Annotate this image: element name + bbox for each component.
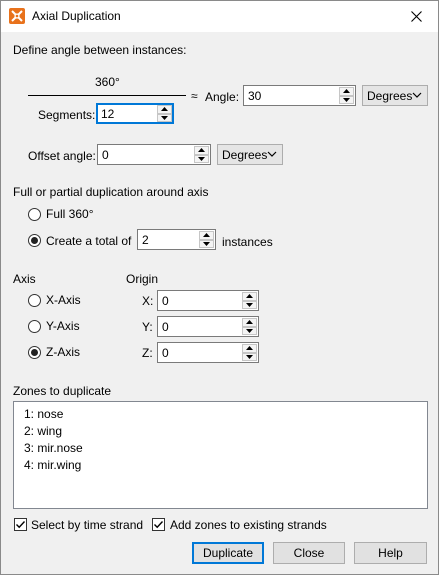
approx-symbol: ≈ <box>191 89 198 103</box>
angle-unit-select[interactable]: Degrees <box>362 85 428 106</box>
spin-down-icon[interactable] <box>157 113 172 122</box>
chevron-down-icon <box>412 92 422 98</box>
z-axis-label[interactable]: Z-Axis <box>46 345 80 359</box>
x-axis-label[interactable]: X-Axis <box>46 293 81 307</box>
offset-unit-select[interactable]: Degrees <box>217 144 283 165</box>
list-item[interactable]: 4: mir.wing <box>24 458 81 472</box>
origin-x-input[interactable] <box>160 292 240 309</box>
origin-heading: Origin <box>126 272 159 286</box>
add-zones-to-strands-checkbox[interactable] <box>152 518 165 531</box>
origin-x-arrows[interactable] <box>242 292 257 309</box>
select-by-time-strand-label[interactable]: Select by time strand <box>31 518 143 532</box>
close-button[interactable]: Close <box>273 542 345 564</box>
spin-up-icon[interactable] <box>199 231 214 240</box>
origin-x-spinner[interactable] <box>157 290 259 311</box>
spin-up-icon[interactable] <box>339 87 354 96</box>
origin-y-spinner[interactable] <box>157 316 259 337</box>
list-item[interactable]: 2: wing <box>24 424 62 438</box>
segments-input[interactable] <box>99 105 155 122</box>
y-axis-radio[interactable] <box>28 320 41 333</box>
spin-up-icon[interactable] <box>242 292 257 301</box>
offset-unit-value: Degrees <box>222 148 268 162</box>
tecplot-icon <box>9 8 25 24</box>
angle-input[interactable] <box>246 87 336 104</box>
origin-z-spinner[interactable] <box>157 342 259 363</box>
z-axis-radio[interactable] <box>28 346 41 359</box>
offset-angle-label: Offset angle: <box>28 149 96 163</box>
offset-spinner-arrows[interactable] <box>194 146 209 163</box>
origin-y-label: Y: <box>142 320 153 334</box>
axis-heading: Axis <box>13 272 36 286</box>
y-axis-label[interactable]: Y-Axis <box>46 319 80 333</box>
chevron-down-icon <box>267 151 277 157</box>
offset-angle-spinner[interactable] <box>97 144 211 165</box>
angle-unit-value: Degrees <box>367 89 413 103</box>
offset-angle-input[interactable] <box>100 146 192 163</box>
instances-input[interactable] <box>140 231 197 248</box>
duplicate-button[interactable]: Duplicate <box>192 542 264 564</box>
origin-z-input[interactable] <box>160 344 240 361</box>
origin-y-input[interactable] <box>160 318 240 335</box>
create-total-label[interactable]: Create a total of <box>46 234 131 248</box>
spin-down-icon[interactable] <box>242 300 257 309</box>
full-360-label[interactable]: Full 360° <box>46 207 94 221</box>
create-total-radio[interactable] <box>28 234 41 247</box>
spin-down-icon[interactable] <box>242 326 257 335</box>
title-bar: Axial Duplication <box>1 1 438 32</box>
close-window-button[interactable] <box>394 1 438 32</box>
fraction-line <box>28 95 186 96</box>
angle-heading: Define angle between instances: <box>13 43 187 57</box>
x-axis-radio[interactable] <box>28 294 41 307</box>
angle-spinner-arrows[interactable] <box>339 87 354 104</box>
segments-spinner[interactable] <box>96 103 174 124</box>
checkmark-icon <box>154 521 164 529</box>
full-360-radio[interactable] <box>28 208 41 221</box>
close-icon <box>410 11 422 22</box>
spin-up-icon[interactable] <box>242 344 257 353</box>
angle-spinner[interactable] <box>243 85 356 106</box>
window-title: Axial Duplication <box>32 9 121 23</box>
segments-label: Segments: <box>38 108 96 122</box>
zones-heading: Zones to duplicate <box>13 384 112 398</box>
select-by-time-strand-checkbox[interactable] <box>14 518 27 531</box>
help-button[interactable]: Help <box>354 542 427 564</box>
origin-y-arrows[interactable] <box>242 318 257 335</box>
spin-up-icon[interactable] <box>157 105 172 114</box>
origin-x-label: X: <box>142 294 154 308</box>
add-zones-to-strands-label[interactable]: Add zones to existing strands <box>170 518 327 532</box>
spin-up-icon[interactable] <box>194 146 209 155</box>
angle-label: Angle: <box>205 90 240 104</box>
spin-down-icon[interactable] <box>194 154 209 163</box>
zones-listbox[interactable]: 1: nose 2: wing 3: mir.nose 4: mir.wing <box>13 401 428 509</box>
spin-down-icon[interactable] <box>242 352 257 361</box>
spin-up-icon[interactable] <box>242 318 257 327</box>
angle-numerator: 360° <box>95 75 120 89</box>
segments-spinner-arrows[interactable] <box>157 105 172 122</box>
duplication-heading: Full or partial duplication around axis <box>13 185 209 199</box>
instances-label: instances <box>222 235 273 249</box>
instances-spinner-arrows[interactable] <box>199 231 214 248</box>
origin-z-arrows[interactable] <box>242 344 257 361</box>
spin-down-icon[interactable] <box>339 95 354 104</box>
checkmark-icon <box>16 521 26 529</box>
list-item[interactable]: 1: nose <box>24 407 63 421</box>
axial-duplication-dialog: Axial Duplication Define angle between i… <box>0 0 439 575</box>
list-item[interactable]: 3: mir.nose <box>24 441 83 455</box>
instances-spinner[interactable] <box>137 229 216 250</box>
spin-down-icon[interactable] <box>199 239 214 248</box>
origin-z-label: Z: <box>142 346 153 360</box>
